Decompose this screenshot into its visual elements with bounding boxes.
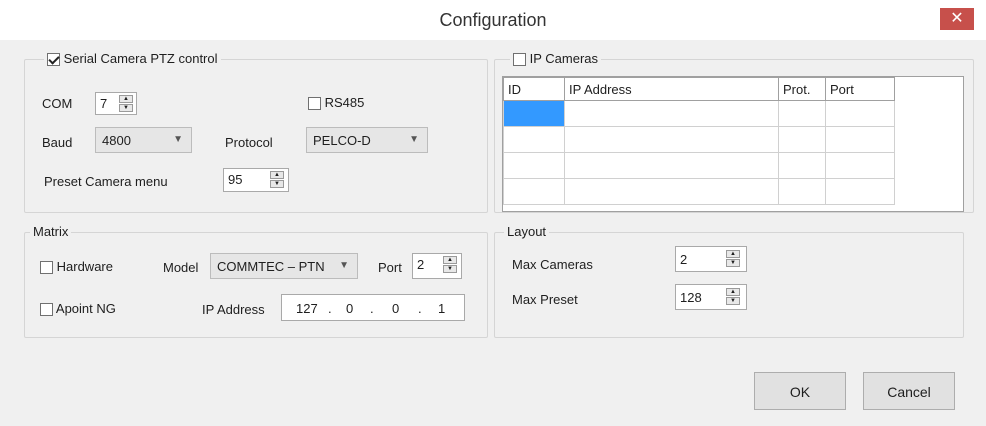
max-preset-label: Max Preset [512,292,578,307]
baud-value: 4800 [102,133,131,148]
cancel-button[interactable]: Cancel [863,372,955,410]
table-cell[interactable] [778,178,826,205]
spin-down-icon[interactable]: ▼ [270,180,284,188]
column-header-port[interactable]: Port [825,77,895,101]
baud-label: Baud [42,135,73,150]
preset-camera-menu-label: Preset Camera menu [44,174,168,189]
max-cameras-spinner[interactable]: 2 ▲ ▼ [675,246,747,272]
table-row[interactable] [503,152,895,179]
column-header-ip-address[interactable]: IP Address [564,77,779,101]
dialog-body: Serial Camera PTZ control COM 7 ▲ ▼ RS48… [0,40,986,426]
spin-down-icon[interactable]: ▼ [443,265,457,273]
max-cameras-value: 2 [680,252,688,267]
serial-ptz-checkbox[interactable] [47,53,60,67]
configuration-dialog: Configuration ✕ Serial Camera PTZ contro… [0,0,986,426]
layout-group-label: Layout [504,224,550,239]
ip-octet-4: 1 [438,301,446,316]
hardware-checkbox[interactable] [40,261,53,275]
max-preset-spinner[interactable]: 128 ▲ ▼ [675,284,747,310]
table-cell[interactable] [825,152,895,179]
chevron-down-icon: ▼ [409,134,419,145]
matrix-group [24,232,488,338]
table-row[interactable] [503,178,895,205]
apoint-ng-label: Apoint NG [55,301,116,316]
rs485-checkbox-row[interactable]: RS485 [308,95,365,111]
chevron-down-icon: ▼ [173,134,183,145]
ip-dot: . [328,301,332,316]
port-value: 2 [417,257,425,272]
spin-down-icon[interactable]: ▼ [726,297,740,305]
ip-address-field[interactable]: 127 . 0 . 0 . 1 [281,294,465,321]
table-cell[interactable] [564,152,779,179]
column-header-prot[interactable]: Prot. [778,77,826,101]
ip-cameras-checkbox[interactable] [513,53,526,67]
spin-up-icon[interactable]: ▲ [726,288,740,296]
rs485-label: RS485 [324,95,365,110]
ip-cameras-label: IP Cameras [529,51,599,66]
table-cell[interactable] [503,178,565,205]
close-button[interactable]: ✕ [940,8,974,30]
protocol-value: PELCO-D [313,133,371,148]
chevron-down-icon: ▼ [339,260,349,271]
spin-up-icon[interactable]: ▲ [443,256,457,264]
port-label: Port [378,260,402,275]
max-preset-value: 128 [680,290,702,305]
model-value: COMMTEC – PTN [217,259,325,274]
table-cell[interactable] [825,126,895,153]
table-header-row: ID IP Address Prot. Port [503,77,895,101]
ok-button[interactable]: OK [754,372,846,410]
table-cell[interactable] [825,100,895,127]
table-row[interactable] [503,100,895,127]
com-value: 7 [100,96,108,111]
rs485-checkbox[interactable] [308,97,321,111]
ip-cameras-table: ID IP Address Prot. Port [503,77,895,205]
spin-up-icon[interactable]: ▲ [726,250,740,258]
hardware-label: Hardware [56,259,113,274]
table-cell[interactable] [778,126,826,153]
title-bar: Configuration ✕ [0,0,986,40]
serial-ptz-label: Serial Camera PTZ control [63,51,218,66]
serial-ptz-checkbox-row[interactable]: Serial Camera PTZ control [44,51,221,67]
ip-dot: . [370,301,374,316]
hardware-checkbox-row[interactable]: Hardware [40,259,113,275]
table-cell[interactable] [564,100,779,127]
table-cell[interactable] [778,152,826,179]
preset-camera-value: 95 [228,172,243,187]
table-row[interactable] [503,126,895,153]
baud-select[interactable]: 4800 ▼ [95,127,192,153]
column-header-id[interactable]: ID [503,77,565,101]
table-cell[interactable] [503,126,565,153]
window-title: Configuration [439,10,547,30]
com-spinner[interactable]: 7 ▲ ▼ [95,92,137,115]
port-spinner[interactable]: 2 ▲ ▼ [412,253,462,279]
spin-down-icon[interactable]: ▼ [119,104,133,112]
matrix-group-label: Matrix [30,224,72,239]
table-cell[interactable] [825,178,895,205]
table-cell[interactable] [778,100,826,127]
model-label: Model [163,260,199,275]
ip-cameras-checkbox-row[interactable]: IP Cameras [510,51,602,67]
preset-camera-spinner[interactable]: 95 ▲ ▼ [223,168,289,192]
table-cell[interactable] [503,152,565,179]
table-cell[interactable] [564,178,779,205]
apoint-ng-checkbox-row[interactable]: Apoint NG [40,301,116,317]
ip-octet-1: 127 [296,301,318,316]
com-label: COM [42,96,73,111]
ip-octet-3: 0 [392,301,400,316]
model-select[interactable]: COMMTEC – PTN ▼ [210,253,358,279]
spin-up-icon[interactable]: ▲ [270,171,284,179]
max-cameras-label: Max Cameras [512,257,593,272]
protocol-label: Protocol [225,135,273,150]
table-cell-selected[interactable] [503,100,565,127]
ip-dot: . [418,301,422,316]
ip-octet-2: 0 [346,301,354,316]
ip-address-label: IP Address [202,302,265,317]
ip-cameras-table-container[interactable]: ID IP Address Prot. Port [502,76,964,212]
close-icon: ✕ [950,10,964,27]
table-cell[interactable] [564,126,779,153]
apoint-ng-checkbox[interactable] [40,303,53,317]
protocol-select[interactable]: PELCO-D ▼ [306,127,428,153]
spin-up-icon[interactable]: ▲ [119,95,133,103]
spin-down-icon[interactable]: ▼ [726,259,740,267]
